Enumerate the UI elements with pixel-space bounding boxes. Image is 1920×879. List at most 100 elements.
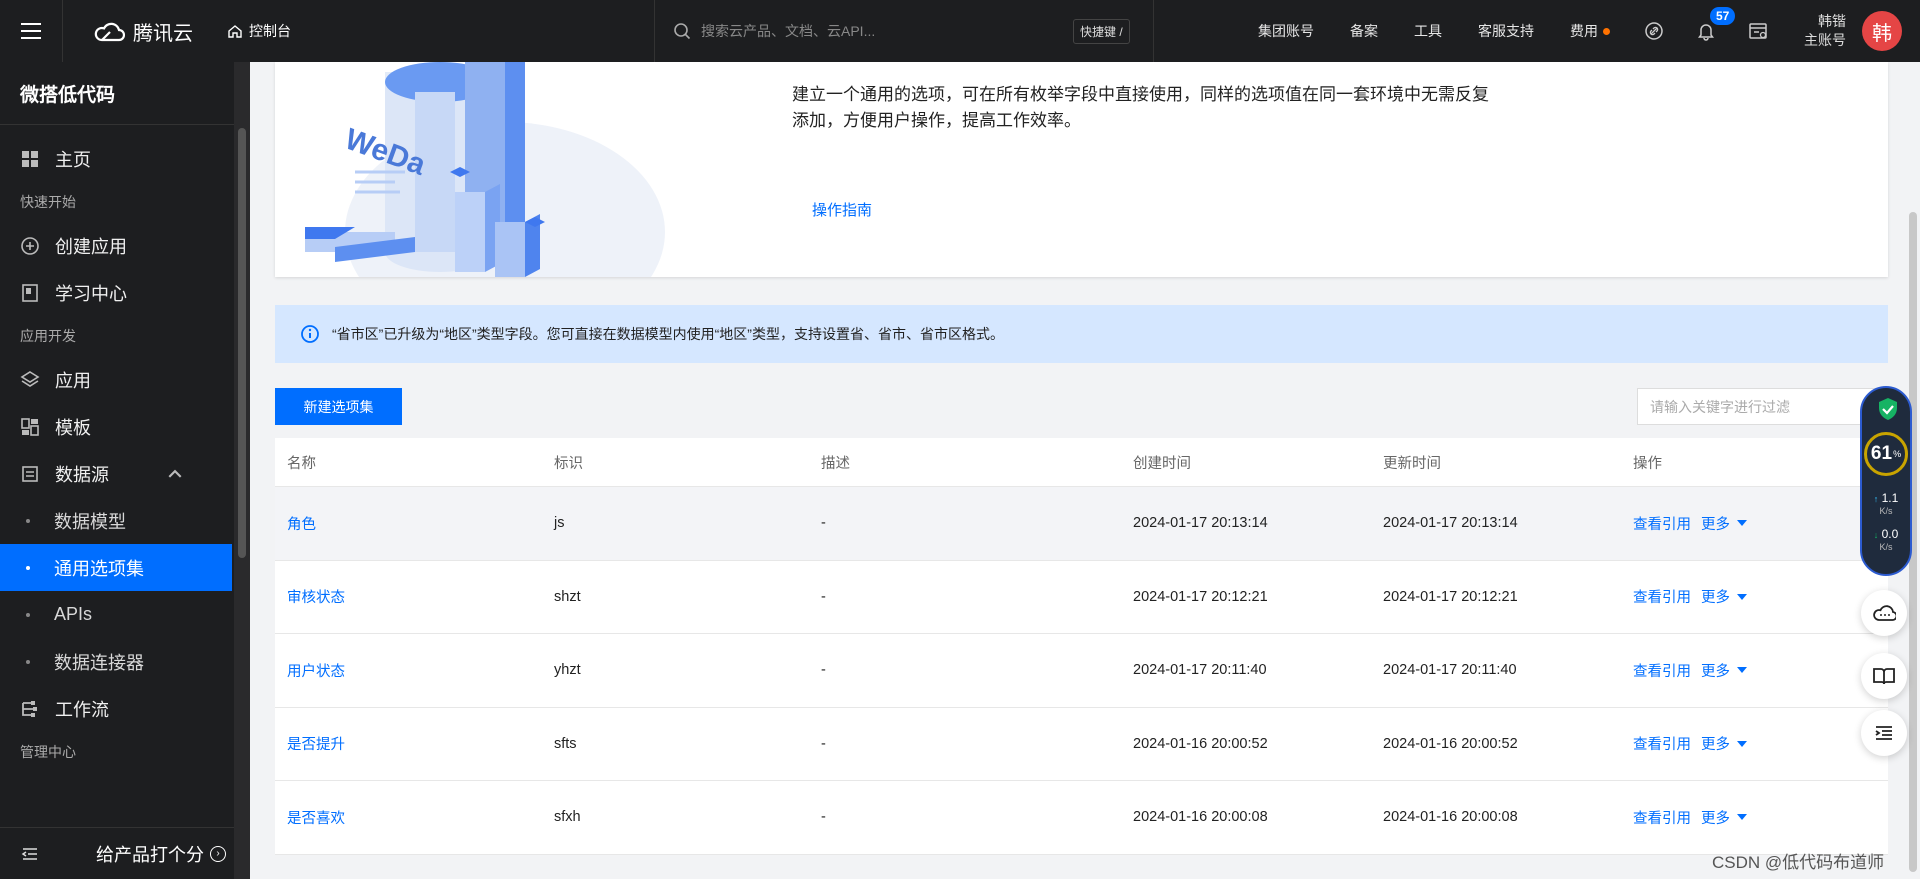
link-group-account[interactable]: 集团账号 [1258,21,1314,41]
sidebar-item-apps[interactable]: 应用 [0,356,250,403]
upgrade-notice: “省市区”已升级为“地区”类型字段。您可直接在数据模型内使用“地区”类型，支持设… [275,305,1888,363]
sidebar-item-connectors[interactable]: 数据连接器 [0,638,250,685]
sidebar-item-label: 数据模型 [54,511,126,532]
option-set-name-link[interactable]: 角色 [275,513,542,534]
sidebar-item-apis[interactable]: APIs [0,591,250,638]
more-dropdown[interactable]: 更多 [1701,733,1747,754]
option-set-name-link[interactable]: 用户状态 [275,660,542,681]
download-value: 0.0 [1881,527,1899,541]
link-support[interactable]: 客服支持 [1478,21,1534,41]
option-set-description: - [821,588,826,605]
bullet [26,565,30,570]
billing-dot [1603,27,1610,35]
bullet [26,659,30,664]
top-bar-right: 集团账号 备案 工具 客服支持 费用 57 韩锴 主账号 韩 [1240,0,1920,62]
console-label: 控制台 [249,23,291,39]
more-dropdown[interactable]: 更多 [1701,660,1747,681]
sidebar-item-create-app[interactable]: 创建应用 [0,222,250,269]
sidebar-item-label: 创建应用 [55,236,127,257]
caret-down-icon [1737,520,1747,527]
row-actions: 查看引用 更多 [1621,586,1888,607]
table-row[interactable]: 角色 js - 2024-01-17 20:13:14 2024-01-17 2… [275,487,1888,561]
sidebar-item-option-sets[interactable]: 通用选项集 [0,544,232,591]
user-info[interactable]: 韩锴 主账号 [1804,12,1846,50]
outline-button[interactable] [1861,710,1907,756]
option-set-identifier: shzt [554,588,581,605]
avatar[interactable]: 韩 [1862,11,1902,51]
option-set-name-link[interactable]: 是否喜欢 [275,807,542,828]
sidebar-item-home[interactable]: 主页 [0,135,250,182]
brand-logo[interactable]: 腾讯云 [63,17,219,46]
down-arrow-icon: ↓ [1873,530,1879,540]
sidebar-item-templates[interactable]: 模板 [0,403,250,450]
table-row[interactable]: 是否提升 sfts - 2024-01-16 20:00:52 2024-01-… [275,708,1888,781]
chevron-up-icon[interactable] [165,464,185,484]
sidebar-footer: 给产品打个分 › [0,827,234,879]
option-set-name-link[interactable]: 审核状态 [275,586,542,607]
rate-product-button[interactable]: 给产品打个分 › [96,841,226,867]
database-icon [22,465,38,482]
upload-speed: ↑ 1.1 K/s [1862,492,1910,517]
sidebar-item-learn[interactable]: 学习中心 [0,269,250,316]
view-references-link[interactable]: 查看引用 [1633,660,1691,681]
sidebar-title: 微搭低代码 [0,62,250,125]
rate-label: 给产品打个分 [96,844,204,865]
link-icon[interactable] [1644,21,1664,41]
system-monitor-widget[interactable]: 61% ↑ 1.1 K/s ↓ 0.0 K/s [1860,386,1912,576]
link-tools[interactable]: 工具 [1414,21,1442,41]
table-row[interactable]: 审核状态 shzt - 2024-01-17 20:12:21 2024-01-… [275,561,1888,634]
guide-link[interactable]: 操作指南 [812,199,872,220]
create-option-set-button[interactable]: 新建选项集 [275,388,402,425]
shield-check-icon [1879,398,1897,420]
option-set-identifier: sfxh [554,809,581,826]
row-actions: 查看引用 更多 [1621,733,1888,754]
more-dropdown[interactable]: 更多 [1701,586,1747,607]
upload-unit: K/s [1879,506,1893,516]
sidebar-item-label: 通用选项集 [54,558,144,579]
workorder-icon[interactable] [1748,21,1768,41]
search-input[interactable] [701,23,1061,39]
sidebar-item-datasource[interactable]: 数据源 [0,450,250,497]
bell-icon[interactable]: 57 [1696,7,1736,41]
view-references-link[interactable]: 查看引用 [1633,733,1691,754]
option-set-name-link[interactable]: 是否提升 [275,733,542,754]
cloud-chat-icon [1873,605,1896,621]
table-header: 名称 标识 描述 创建时间 更新时间 操作 [275,438,1888,487]
caret-down-icon [1737,814,1747,821]
section-quick-start: 快速开始 [20,194,76,210]
view-references-link[interactable]: 查看引用 [1633,586,1691,607]
sidebar-scroll-thumb[interactable] [238,128,246,558]
sidebar-scrollbar[interactable] [234,62,250,879]
section-app-dev: 应用开发 [20,328,76,344]
link-billing[interactable]: 费用 [1570,21,1610,41]
link-filing[interactable]: 备案 [1350,21,1378,41]
more-dropdown[interactable]: 更多 [1701,513,1747,534]
search-bar[interactable]: 快捷键 / [654,0,1154,62]
table-row[interactable]: 用户状态 yhzt - 2024-01-17 20:11:40 2024-01-… [275,634,1888,708]
updated-time: 2024-01-17 20:12:21 [1383,588,1518,605]
sidebar-item-label: APIs [54,604,93,624]
home-icon [228,25,242,38]
filter-input[interactable] [1637,388,1877,425]
created-time: 2024-01-17 20:13:14 [1133,515,1268,532]
table-row[interactable]: 是否喜欢 sfxh - 2024-01-16 20:00:08 2024-01-… [275,781,1888,855]
brand-name: 腾讯云 [133,22,193,45]
header-name: 名称 [287,455,316,472]
menu-icon[interactable] [0,0,62,62]
sidebar-item-label: 学习中心 [55,283,127,304]
sidebar-item-data-model[interactable]: 数据模型 [0,497,250,544]
watermark: CSDN @低代码布道师 [1712,853,1885,872]
more-dropdown[interactable]: 更多 [1701,807,1747,828]
cloud-chat-button[interactable] [1861,590,1907,636]
console-link[interactable]: 控制台 [219,21,291,41]
docs-button[interactable] [1861,653,1907,699]
header-actions: 操作 [1633,455,1662,472]
collapse-icon[interactable] [20,844,40,864]
bullet [26,612,30,617]
sidebar: 微搭低代码 主页 快速开始 创建应用 学习中心 应用开发 应用 模板 数据源 数… [0,62,250,879]
view-references-link[interactable]: 查看引用 [1633,807,1691,828]
view-references-link[interactable]: 查看引用 [1633,513,1691,534]
sidebar-item-workflow[interactable]: 工作流 [0,685,250,732]
cpu-usage: 61% [1864,432,1908,476]
option-set-description: - [821,809,826,826]
